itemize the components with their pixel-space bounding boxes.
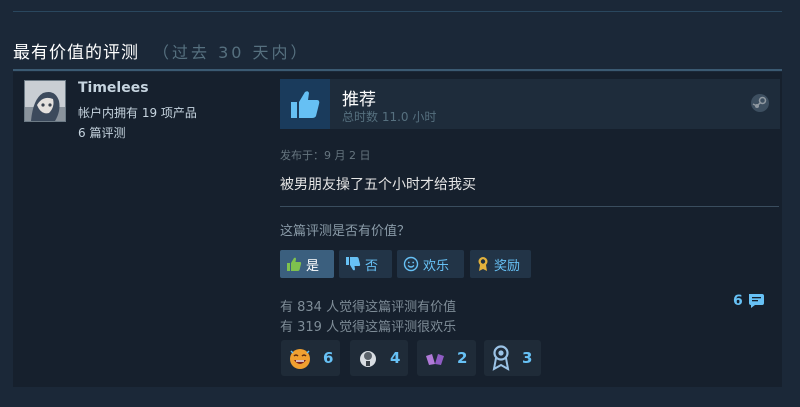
laughing-face-icon (287, 345, 313, 371)
review-body: 被男朋友操了五个小时才给我买 (280, 177, 476, 193)
comments-link[interactable]: 6 (733, 292, 767, 310)
award-clapping-count: 2 (457, 349, 468, 367)
vote-no-button[interactable]: 否 (339, 250, 392, 278)
vote-funny-label: 欢乐 (423, 258, 450, 274)
award-label: 奖励 (494, 258, 521, 274)
recommendation-header[interactable]: 推荐 总时数 11.0 小时 (280, 79, 780, 129)
award-ribbon-icon (476, 256, 490, 272)
reviewer-owned-products[interactable]: 帐户内拥有 19 项产品 (78, 104, 197, 121)
thumbs-down-icon (345, 256, 361, 272)
award-ribbon-count: 3 (522, 349, 533, 367)
comment-bubble-icon (747, 292, 767, 310)
steam-logo-icon (750, 93, 770, 117)
funny-stat: 有 319 人觉得这篇评测很欢乐 (280, 320, 457, 335)
vote-no-label: 否 (365, 258, 379, 274)
helpful-question: 这篇评测是否有价值？ (280, 224, 411, 239)
award-laughing-count: 6 (323, 349, 334, 367)
top-divider (13, 11, 782, 12)
section-divider (13, 69, 782, 71)
review-separator (280, 206, 779, 207)
award-ribbon[interactable]: 3 (484, 340, 541, 376)
section-subtitle: （过去 30 天内） (153, 43, 310, 62)
award-clapping[interactable]: 2 (417, 340, 476, 376)
comment-count: 6 (733, 293, 743, 309)
section-title: 最有价值的评测 （过去 30 天内） (13, 38, 310, 63)
helpful-stat: 有 834 人觉得这篇评测有价值 (280, 300, 457, 315)
ribbon-medal-icon (490, 345, 512, 371)
thumbs-up-icon (286, 256, 302, 272)
clapping-hands-icon (423, 346, 447, 370)
award-laughing[interactable]: 6 (281, 340, 340, 376)
vote-yes-button[interactable]: 是 (280, 250, 334, 278)
recommendation-verdict: 推荐 (342, 90, 376, 110)
award-mind-blown[interactable]: 4 (350, 340, 408, 376)
award-mind-blown-count: 4 (390, 349, 401, 367)
thumbs-up-icon (280, 79, 330, 129)
playtime-hours: 总时数 11.0 小时 (342, 110, 437, 124)
reviewer-avatar[interactable] (24, 80, 66, 122)
vote-funny-button[interactable]: 欢乐 (397, 250, 464, 278)
posted-date: 发布于：9 月 2 日 (280, 149, 371, 162)
smiley-face-icon (403, 256, 419, 272)
award-button[interactable]: 奖励 (470, 250, 531, 278)
section-title-text: 最有价值的评测 (13, 43, 139, 63)
reviewer-name[interactable]: Timelees (78, 80, 149, 96)
reviewer-review-count[interactable]: 6 篇评测 (78, 124, 125, 141)
mind-blown-icon (356, 346, 380, 370)
vote-yes-label: 是 (306, 258, 320, 274)
